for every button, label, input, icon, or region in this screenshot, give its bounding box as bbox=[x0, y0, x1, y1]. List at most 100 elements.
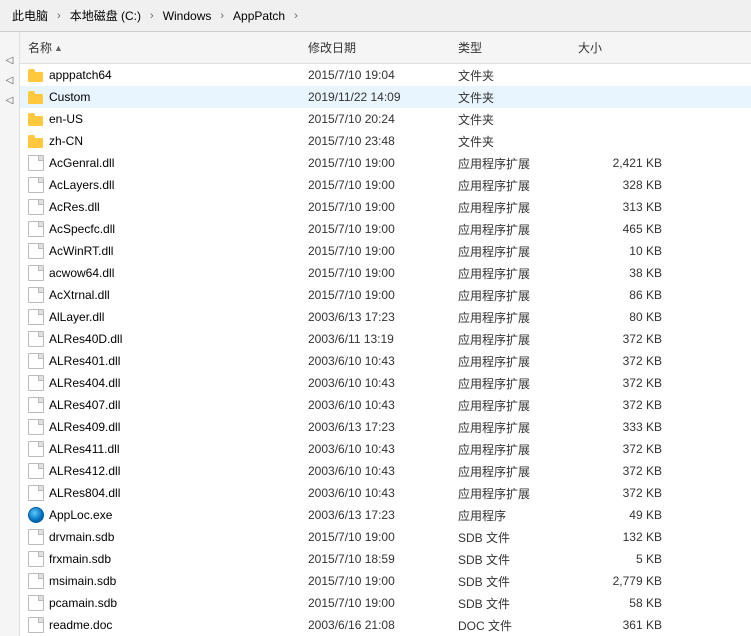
table-row[interactable]: readme.doc 2003/6/16 21:08 DOC 文件 361 KB bbox=[20, 614, 751, 636]
table-row[interactable]: ALRes40D.dll 2003/6/11 13:19 应用程序扩展 372 … bbox=[20, 328, 751, 350]
file-list[interactable]: apppatch64 2015/7/10 19:04 文件夹 Custom 20… bbox=[20, 64, 751, 636]
breadcrumb-sep-1: › bbox=[57, 10, 61, 22]
table-row[interactable]: drvmain.sdb 2015/7/10 19:00 SDB 文件 132 K… bbox=[20, 526, 751, 548]
nav-arrow-1[interactable]: ◁ bbox=[2, 52, 18, 68]
file-type: DOC 文件 bbox=[450, 617, 570, 634]
table-row[interactable]: pcamain.sdb 2015/7/10 19:00 SDB 文件 58 KB bbox=[20, 592, 751, 614]
file-date: 2003/6/13 17:23 bbox=[300, 420, 450, 434]
nav-arrow-3[interactable]: ◁ bbox=[2, 92, 18, 108]
breadcrumb-this-pc[interactable]: 此电脑 bbox=[8, 5, 52, 26]
file-type: 应用程序扩展 bbox=[450, 375, 570, 392]
file-name-text: Custom bbox=[49, 90, 90, 104]
nav-arrow-2[interactable]: ◁ bbox=[2, 72, 18, 88]
file-type: 应用程序扩展 bbox=[450, 441, 570, 458]
file-type: 文件夹 bbox=[450, 67, 570, 84]
file-date: 2015/7/10 19:00 bbox=[300, 200, 450, 214]
file-name-text: AcSpecfc.dll bbox=[49, 222, 115, 236]
file-date: 2003/6/13 17:23 bbox=[300, 508, 450, 522]
table-row[interactable]: ALRes804.dll 2003/6/10 10:43 应用程序扩展 372 … bbox=[20, 482, 751, 504]
file-date: 2015/7/10 19:04 bbox=[300, 68, 450, 82]
table-row[interactable]: AppLoc.exe 2003/6/13 17:23 应用程序 49 KB bbox=[20, 504, 751, 526]
file-name-text: acwow64.dll bbox=[49, 266, 114, 280]
file-name: AcGenral.dll bbox=[20, 155, 300, 171]
file-type: 应用程序扩展 bbox=[450, 287, 570, 304]
file-size: 372 KB bbox=[570, 486, 670, 500]
dll-icon bbox=[28, 485, 44, 501]
file-name-text: pcamain.sdb bbox=[49, 596, 117, 610]
breadcrumb-windows[interactable]: Windows bbox=[159, 7, 216, 25]
table-row[interactable]: AcRes.dll 2015/7/10 19:00 应用程序扩展 313 KB bbox=[20, 196, 751, 218]
dll-icon bbox=[28, 397, 44, 413]
file-name-text: ALRes404.dll bbox=[49, 376, 120, 390]
file-size: 2,779 KB bbox=[570, 574, 670, 588]
file-type: 应用程序扩展 bbox=[450, 331, 570, 348]
table-row[interactable]: ALRes401.dll 2003/6/10 10:43 应用程序扩展 372 … bbox=[20, 350, 751, 372]
table-row[interactable]: frxmain.sdb 2015/7/10 18:59 SDB 文件 5 KB bbox=[20, 548, 751, 570]
dll-icon bbox=[28, 463, 44, 479]
sdb-icon bbox=[28, 595, 44, 611]
breadcrumb-sep-2: › bbox=[150, 10, 154, 22]
file-name: ALRes401.dll bbox=[20, 353, 300, 369]
file-name-text: AlLayer.dll bbox=[49, 310, 104, 324]
sdb-icon bbox=[28, 551, 44, 567]
table-row[interactable]: AcXtrnal.dll 2015/7/10 19:00 应用程序扩展 86 K… bbox=[20, 284, 751, 306]
col-header-date[interactable]: 修改日期 bbox=[300, 36, 450, 59]
table-row[interactable]: AcWinRT.dll 2015/7/10 19:00 应用程序扩展 10 KB bbox=[20, 240, 751, 262]
table-row[interactable]: apppatch64 2015/7/10 19:04 文件夹 bbox=[20, 64, 751, 86]
table-row[interactable]: ALRes409.dll 2003/6/13 17:23 应用程序扩展 333 … bbox=[20, 416, 751, 438]
file-size: 372 KB bbox=[570, 464, 670, 478]
table-row[interactable]: ALRes411.dll 2003/6/10 10:43 应用程序扩展 372 … bbox=[20, 438, 751, 460]
dll-icon bbox=[28, 221, 44, 237]
file-type: 应用程序扩展 bbox=[450, 243, 570, 260]
breadcrumb-c-drive[interactable]: 本地磁盘 (C:) bbox=[66, 5, 145, 26]
address-bar: 此电脑 › 本地磁盘 (C:) › Windows › AppPatch › bbox=[0, 0, 751, 32]
table-row[interactable]: AlLayer.dll 2003/6/13 17:23 应用程序扩展 80 KB bbox=[20, 306, 751, 328]
dll-icon bbox=[28, 331, 44, 347]
sdb-icon bbox=[28, 573, 44, 589]
col-header-type[interactable]: 类型 bbox=[450, 36, 570, 59]
column-headers: 名称 ▲ 修改日期 类型 大小 bbox=[20, 32, 751, 64]
table-row[interactable]: en-US 2015/7/10 20:24 文件夹 bbox=[20, 108, 751, 130]
file-name-text: ALRes412.dll bbox=[49, 464, 120, 478]
file-name-text: ALRes804.dll bbox=[49, 486, 120, 500]
dll-icon bbox=[28, 155, 44, 171]
table-row[interactable]: msimain.sdb 2015/7/10 19:00 SDB 文件 2,779… bbox=[20, 570, 751, 592]
file-name-text: AcGenral.dll bbox=[49, 156, 114, 170]
file-name: AcXtrnal.dll bbox=[20, 287, 300, 303]
file-date: 2003/6/13 17:23 bbox=[300, 310, 450, 324]
col-header-size[interactable]: 大小 bbox=[570, 36, 670, 59]
table-row[interactable]: Custom 2019/11/22 14:09 文件夹 bbox=[20, 86, 751, 108]
file-name-text: AcRes.dll bbox=[49, 200, 100, 214]
file-size: 86 KB bbox=[570, 288, 670, 302]
file-date: 2015/7/10 23:48 bbox=[300, 134, 450, 148]
col-header-name[interactable]: 名称 ▲ bbox=[20, 36, 300, 59]
file-size: 328 KB bbox=[570, 178, 670, 192]
file-name-text: AcXtrnal.dll bbox=[49, 288, 110, 302]
table-row[interactable]: zh-CN 2015/7/10 23:48 文件夹 bbox=[20, 130, 751, 152]
file-name: AppLoc.exe bbox=[20, 507, 300, 523]
file-name: AcLayers.dll bbox=[20, 177, 300, 193]
file-size: 372 KB bbox=[570, 398, 670, 412]
dll-icon bbox=[28, 419, 44, 435]
file-name-text: ALRes40D.dll bbox=[49, 332, 122, 346]
file-size: 132 KB bbox=[570, 530, 670, 544]
table-row[interactable]: ALRes412.dll 2003/6/10 10:43 应用程序扩展 372 … bbox=[20, 460, 751, 482]
dll-icon bbox=[28, 199, 44, 215]
table-row[interactable]: AcGenral.dll 2015/7/10 19:00 应用程序扩展 2,42… bbox=[20, 152, 751, 174]
file-name-text: en-US bbox=[49, 112, 83, 126]
file-name: Custom bbox=[20, 89, 300, 105]
file-type: 应用程序扩展 bbox=[450, 199, 570, 216]
file-size: 372 KB bbox=[570, 442, 670, 456]
file-size: 313 KB bbox=[570, 200, 670, 214]
breadcrumb-apppatch[interactable]: AppPatch bbox=[229, 7, 289, 25]
file-type: 应用程序扩展 bbox=[450, 353, 570, 370]
file-name: ALRes404.dll bbox=[20, 375, 300, 391]
file-type: 应用程序扩展 bbox=[450, 265, 570, 282]
breadcrumb-sep-3: › bbox=[220, 10, 224, 22]
table-row[interactable]: ALRes407.dll 2003/6/10 10:43 应用程序扩展 372 … bbox=[20, 394, 751, 416]
table-row[interactable]: ALRes404.dll 2003/6/10 10:43 应用程序扩展 372 … bbox=[20, 372, 751, 394]
table-row[interactable]: acwow64.dll 2015/7/10 19:00 应用程序扩展 38 KB bbox=[20, 262, 751, 284]
table-row[interactable]: AcSpecfc.dll 2015/7/10 19:00 应用程序扩展 465 … bbox=[20, 218, 751, 240]
table-row[interactable]: AcLayers.dll 2015/7/10 19:00 应用程序扩展 328 … bbox=[20, 174, 751, 196]
file-size: 49 KB bbox=[570, 508, 670, 522]
